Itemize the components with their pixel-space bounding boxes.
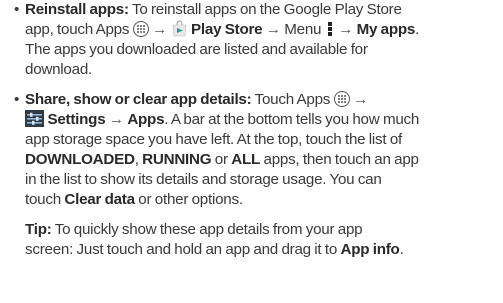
tip-paragraph: Tip: To quickly show these app details f…	[14, 220, 495, 260]
menu-icon	[327, 21, 332, 37]
line: Tip: To quickly show these app details f…	[25, 220, 495, 240]
line: app, touch Apps → Play Store → Menu → My…	[25, 20, 495, 40]
text: screen: Just touch and hold an app and d…	[25, 241, 341, 258]
item-title: Share, show or clear app details:	[25, 91, 252, 108]
line: Reinstall apps: To reinstall apps on the…	[25, 0, 495, 20]
text: To quickly show these app details from y…	[51, 221, 363, 238]
text: or other options.	[134, 191, 243, 208]
play-store-icon	[172, 20, 186, 37]
line: app storage space you have left. At the …	[25, 131, 403, 148]
line: DOWNLOADED, RUNNING or ALL apps, then to…	[25, 150, 495, 170]
line: touch Clear data or other options.	[25, 190, 495, 210]
text: or	[211, 151, 232, 168]
text: app, touch Apps	[25, 21, 133, 38]
text: Touch Apps	[251, 91, 334, 108]
settings-label: Settings	[47, 111, 106, 128]
apps-icon	[132, 21, 149, 37]
my-apps-label: My apps	[356, 21, 416, 38]
item-title: Reinstall apps:	[25, 1, 129, 18]
text: . A bar at the bottom tells you how much	[164, 111, 420, 128]
line: download.	[25, 61, 92, 78]
text: .	[415, 21, 420, 38]
line: in the list to show its details and stor…	[25, 171, 382, 188]
line: Settings → Apps. A bar at the bottom tel…	[25, 110, 495, 130]
all-label: ALL	[231, 151, 261, 168]
text: apps, then touch an app	[260, 151, 419, 168]
running-label: RUNNING	[142, 151, 212, 168]
downloaded-label: DOWNLOADED	[25, 151, 135, 168]
reinstall-apps-item: • Reinstall apps: To reinstall apps on t…	[14, 0, 495, 80]
settings-icon	[25, 110, 44, 127]
text: Menu	[280, 21, 325, 38]
bullet: •	[14, 91, 20, 108]
text: To reinstall apps on the Google Play Sto…	[128, 1, 402, 18]
app-info-label: App info	[340, 241, 400, 258]
arrow: →	[265, 21, 281, 38]
arrow: →	[108, 111, 124, 128]
apps-icon	[333, 91, 350, 107]
play-store-label: Play Store	[191, 21, 263, 38]
text: touch	[25, 191, 65, 208]
app-details-item: • Share, show or clear app details: Touc…	[14, 90, 495, 210]
line: screen: Just touch and hold an app and d…	[25, 240, 495, 260]
arrow: →	[152, 21, 168, 38]
line: Share, show or clear app details: Touch …	[25, 90, 495, 110]
text: .	[399, 241, 404, 258]
line: The apps you downloaded are listed and a…	[25, 41, 368, 58]
arrow: →	[338, 21, 354, 38]
help-document: • Reinstall apps: To reinstall apps on t…	[0, 0, 503, 260]
bullet: •	[14, 1, 20, 18]
tip-label: Tip:	[25, 221, 52, 238]
clear-data-label: Clear data	[64, 191, 135, 208]
apps-label: Apps	[127, 111, 165, 128]
arrow: →	[353, 91, 369, 108]
